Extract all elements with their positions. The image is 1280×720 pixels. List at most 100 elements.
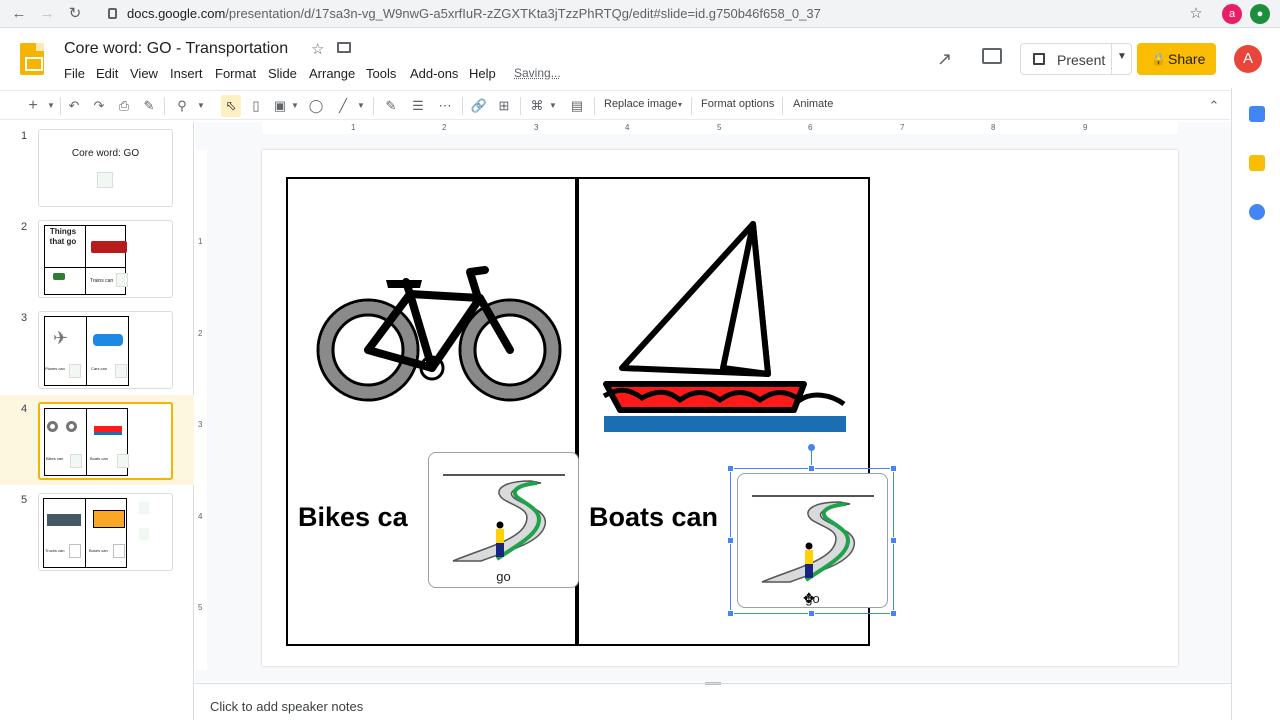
- link-icon[interactable]: 🔗: [470, 97, 488, 115]
- zoom-icon[interactable]: ⚲: [174, 97, 190, 115]
- sailboat-icon[interactable]: [598, 218, 850, 436]
- menu-slide[interactable]: Slide: [268, 66, 297, 81]
- cursor-icon[interactable]: ⬁: [222, 97, 240, 115]
- bookmark-star-icon[interactable]: ☆: [1187, 5, 1205, 23]
- menu-format[interactable]: Format: [215, 66, 256, 81]
- slide-number: 1: [21, 130, 28, 142]
- reload-icon[interactable]: ↻: [66, 5, 84, 23]
- account-avatar[interactable]: A: [1234, 45, 1262, 73]
- chevron-down-icon[interactable]: ▼: [1117, 51, 1127, 62]
- thumb-divider: [86, 408, 87, 476]
- print-icon[interactable]: ⎙: [116, 97, 132, 115]
- thumb-caption: Buses can: [89, 548, 108, 553]
- share-button[interactable]: 🔒 Share: [1137, 43, 1216, 75]
- shape-icon[interactable]: ◯: [307, 97, 325, 115]
- url-field[interactable]: docs.google.com/presentation/d/17sa3n-vg…: [127, 6, 821, 21]
- reset-image-icon[interactable]: ▤: [568, 97, 586, 115]
- vertical-ruler[interactable]: 1 2 3 4 5: [195, 150, 207, 670]
- app-header: Core word: GO - Transportation ☆ File Ed…: [0, 29, 1280, 87]
- resize-handle[interactable]: [727, 465, 734, 472]
- menu-addons[interactable]: Add-ons: [410, 66, 458, 81]
- profile-avatar[interactable]: a: [1222, 4, 1242, 24]
- resize-handle[interactable]: [890, 465, 897, 472]
- boats-can-text[interactable]: Boats can: [589, 502, 718, 533]
- animate-button[interactable]: Animate: [793, 98, 833, 110]
- slides-logo[interactable]: [20, 43, 44, 75]
- calendar-icon[interactable]: [1249, 106, 1265, 122]
- present-button[interactable]: Present ▼: [1020, 43, 1132, 75]
- star-icon[interactable]: ☆: [311, 40, 324, 58]
- resize-handle[interactable]: [727, 610, 734, 617]
- car-icon: [53, 273, 65, 280]
- url-host: docs.google.com: [127, 6, 226, 21]
- menu-file[interactable]: File: [64, 66, 85, 81]
- collapse-toolbar-icon[interactable]: ⌃: [1206, 97, 1222, 115]
- redo-icon[interactable]: ↷: [91, 97, 107, 115]
- activity-dashboard-icon[interactable]: ↗: [937, 49, 952, 70]
- chevron-down-icon[interactable]: ▼: [675, 97, 685, 115]
- saving-status: Saving...: [514, 66, 561, 80]
- crop-icon[interactable]: ⌘: [528, 97, 546, 115]
- ruler-label: 9: [1083, 123, 1088, 132]
- ruler-label: 2: [198, 329, 203, 338]
- resize-handle[interactable]: [727, 537, 734, 544]
- go-symbol-icon: [139, 528, 149, 540]
- resize-handle[interactable]: [890, 610, 897, 617]
- document-title[interactable]: Core word: GO - Transportation: [64, 40, 288, 58]
- chevron-down-icon[interactable]: ▼: [355, 97, 367, 115]
- slide-thumbnail-4[interactable]: 4 Bikes can Boats can: [0, 395, 194, 485]
- replace-image-button[interactable]: Replace image: [604, 98, 677, 110]
- border-dash-icon[interactable]: ⋯: [436, 97, 454, 115]
- slide-thumbnail-3[interactable]: 3 ✈ Planes can Cars can: [0, 304, 194, 392]
- slide-thumbnail-2[interactable]: 2 Things that go Trains can: [0, 213, 194, 301]
- airplane-icon: ✈: [53, 328, 69, 348]
- line-icon[interactable]: ╱: [334, 97, 352, 115]
- back-icon[interactable]: ←: [10, 5, 28, 23]
- chevron-down-icon[interactable]: ▼: [45, 97, 57, 115]
- horizontal-ruler[interactable]: 1 2 3 4 5 6 7 8 9: [262, 122, 1178, 134]
- menu-tools[interactable]: Tools: [366, 66, 396, 81]
- bicycle-icon[interactable]: [310, 258, 566, 418]
- tasks-icon[interactable]: [1249, 204, 1265, 220]
- extension-icon[interactable]: ●: [1250, 4, 1270, 24]
- new-slide-icon[interactable]: +: [26, 97, 40, 115]
- speaker-notes[interactable]: Click to add speaker notes: [195, 682, 1231, 720]
- resize-handle[interactable]: [808, 465, 815, 472]
- image-icon[interactable]: ▣: [272, 97, 288, 115]
- undo-icon[interactable]: ↶: [66, 97, 82, 115]
- border-weight-icon[interactable]: ☰: [409, 97, 427, 115]
- menu-arrange[interactable]: Arrange: [309, 66, 355, 81]
- slide-thumbnail-5[interactable]: 5 Trucks can Buses can: [0, 486, 194, 574]
- move-folder-icon[interactable]: [337, 42, 351, 53]
- keep-icon[interactable]: [1249, 155, 1265, 171]
- speaker-notes-placeholder[interactable]: Click to add speaker notes: [210, 699, 363, 714]
- thumbnail-image: Things that go Trains can: [38, 220, 173, 298]
- notes-resize-grip[interactable]: [705, 682, 721, 685]
- border-color-icon[interactable]: ✎: [383, 97, 399, 115]
- go-symbol-card[interactable]: go: [428, 452, 579, 588]
- chevron-down-icon[interactable]: ▼: [547, 97, 559, 115]
- forward-icon[interactable]: →: [38, 5, 56, 23]
- add-comment-icon[interactable]: ⊞: [495, 97, 513, 115]
- chevron-down-icon[interactable]: ▼: [195, 97, 207, 115]
- menu-edit[interactable]: Edit: [96, 66, 118, 81]
- ruler-label: 3: [534, 123, 539, 132]
- menu-insert[interactable]: Insert: [170, 66, 203, 81]
- rotate-handle[interactable]: [808, 444, 815, 451]
- resize-handle[interactable]: [808, 610, 815, 617]
- bus-icon: [93, 510, 125, 528]
- bikes-can-text[interactable]: Bikes ca: [298, 502, 408, 533]
- menu-view[interactable]: View: [130, 66, 158, 81]
- thumb-caption: Trucks can: [45, 548, 65, 553]
- thumbnail-image: ✈ Planes can Cars can: [38, 311, 173, 389]
- resize-handle[interactable]: [890, 537, 897, 544]
- lock-icon: [108, 8, 117, 19]
- slide-thumbnail-1[interactable]: 1 Core word: GO: [0, 122, 194, 210]
- chevron-down-icon[interactable]: ▼: [289, 97, 301, 115]
- text-box-icon[interactable]: ▯: [247, 97, 265, 115]
- comment-icon[interactable]: [982, 48, 1002, 64]
- side-panel: [1231, 88, 1280, 720]
- paint-format-icon[interactable]: ✎: [141, 97, 157, 115]
- menu-help[interactable]: Help: [469, 66, 496, 81]
- format-options-button[interactable]: Format options: [701, 98, 774, 110]
